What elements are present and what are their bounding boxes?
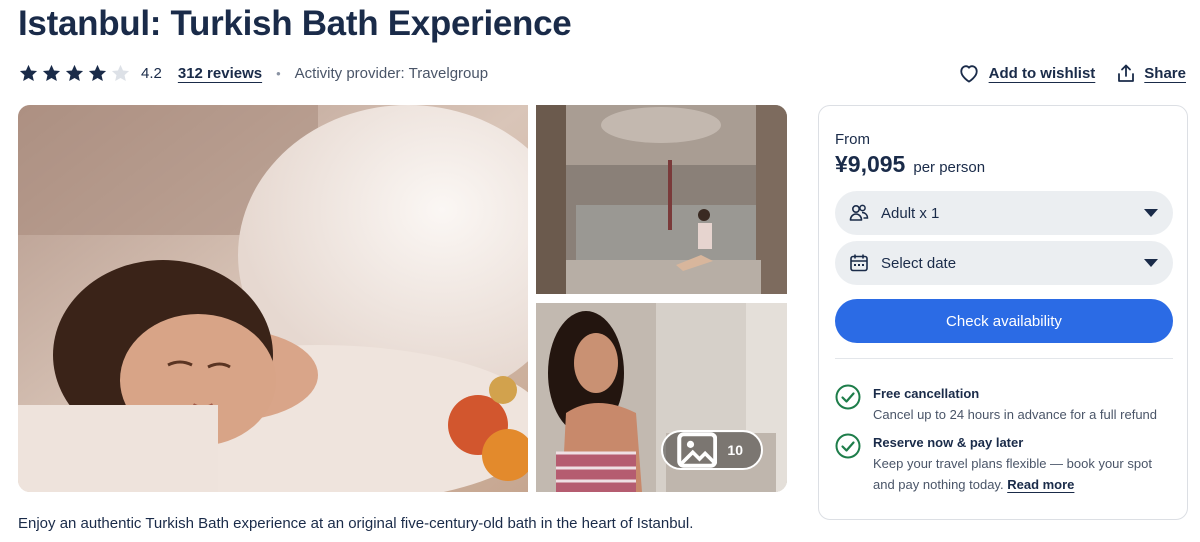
check-circle-icon <box>835 384 861 410</box>
from-label: From <box>835 131 870 148</box>
feature-description: Keep your travel plans flexible — book y… <box>873 456 1152 471</box>
feature-title: Reserve now & pay later <box>873 435 1024 450</box>
gallery-main-image[interactable] <box>18 105 528 492</box>
caret-down-icon <box>1144 209 1158 217</box>
feature-title: Free cancellation <box>873 386 980 401</box>
wishlist-label: Add to wishlist <box>988 64 1096 82</box>
price-row: ¥9,095 per person <box>835 151 985 178</box>
check-circle-icon <box>835 433 861 459</box>
feature-free-cancellation: Free cancellation Cancel up to 24 hours … <box>835 383 1157 425</box>
image-icon <box>677 432 718 468</box>
activity-provider: Activity provider: Travelgroup <box>294 64 489 82</box>
gallery-image-portrait[interactable]: 10 <box>536 303 787 492</box>
star-rating <box>18 63 131 84</box>
star-empty-icon <box>111 64 130 81</box>
participants-select[interactable]: Adult x 1 <box>835 191 1173 235</box>
star-icon <box>42 64 61 81</box>
share-icon <box>1118 64 1135 82</box>
feature-description-line2: and pay nothing today. <box>873 477 1004 492</box>
calendar-icon <box>850 254 868 272</box>
share-button[interactable]: Share <box>1117 64 1186 83</box>
caret-down-icon <box>1144 259 1158 267</box>
separator-dot: • <box>276 65 281 81</box>
heart-icon <box>959 65 978 83</box>
read-more-link[interactable]: Read more <box>1007 477 1074 492</box>
rating-row: 4.2 312 reviews • Activity provider: Tra… <box>18 60 488 86</box>
price: ¥9,095 <box>835 151 906 177</box>
star-icon <box>19 64 38 81</box>
date-select[interactable]: Select date <box>835 241 1173 285</box>
per-person-label: per person <box>913 159 986 176</box>
page-title: Istanbul: Turkish Bath Experience <box>18 4 572 43</box>
photo-hammam-interior-icon <box>536 105 787 294</box>
star-icon <box>88 64 107 81</box>
divider <box>835 358 1173 359</box>
participants-value: Adult x 1 <box>881 204 940 222</box>
activity-description: Enjoy an authentic Turkish Bath experien… <box>18 515 694 532</box>
feature-reserve-now-pay-later: Reserve now & pay later Keep your travel… <box>835 432 1152 495</box>
star-icon <box>65 64 84 81</box>
photo-woman-foam-bath-icon <box>18 105 528 492</box>
add-to-wishlist-button[interactable]: Add to wishlist <box>958 63 1096 83</box>
photo-count: 10 <box>727 442 743 458</box>
gallery-image-hammam[interactable] <box>536 105 787 294</box>
rating-value: 4.2 <box>141 64 162 82</box>
date-value: Select date <box>881 254 957 272</box>
share-label: Share <box>1144 64 1186 82</box>
people-icon <box>849 204 869 221</box>
feature-description-cont: and pay nothing today. Read more <box>873 474 1152 495</box>
check-availability-button[interactable]: Check availability <box>835 299 1173 343</box>
photo-count-button[interactable]: 10 <box>660 430 763 470</box>
feature-description: Cancel up to 24 hours in advance for a f… <box>873 407 1158 422</box>
reviews-link[interactable]: 312 reviews <box>178 65 262 82</box>
booking-card: From ¥9,095 per person Adult x 1 Select … <box>818 105 1188 520</box>
header-actions: Add to wishlist Share <box>958 60 1186 86</box>
